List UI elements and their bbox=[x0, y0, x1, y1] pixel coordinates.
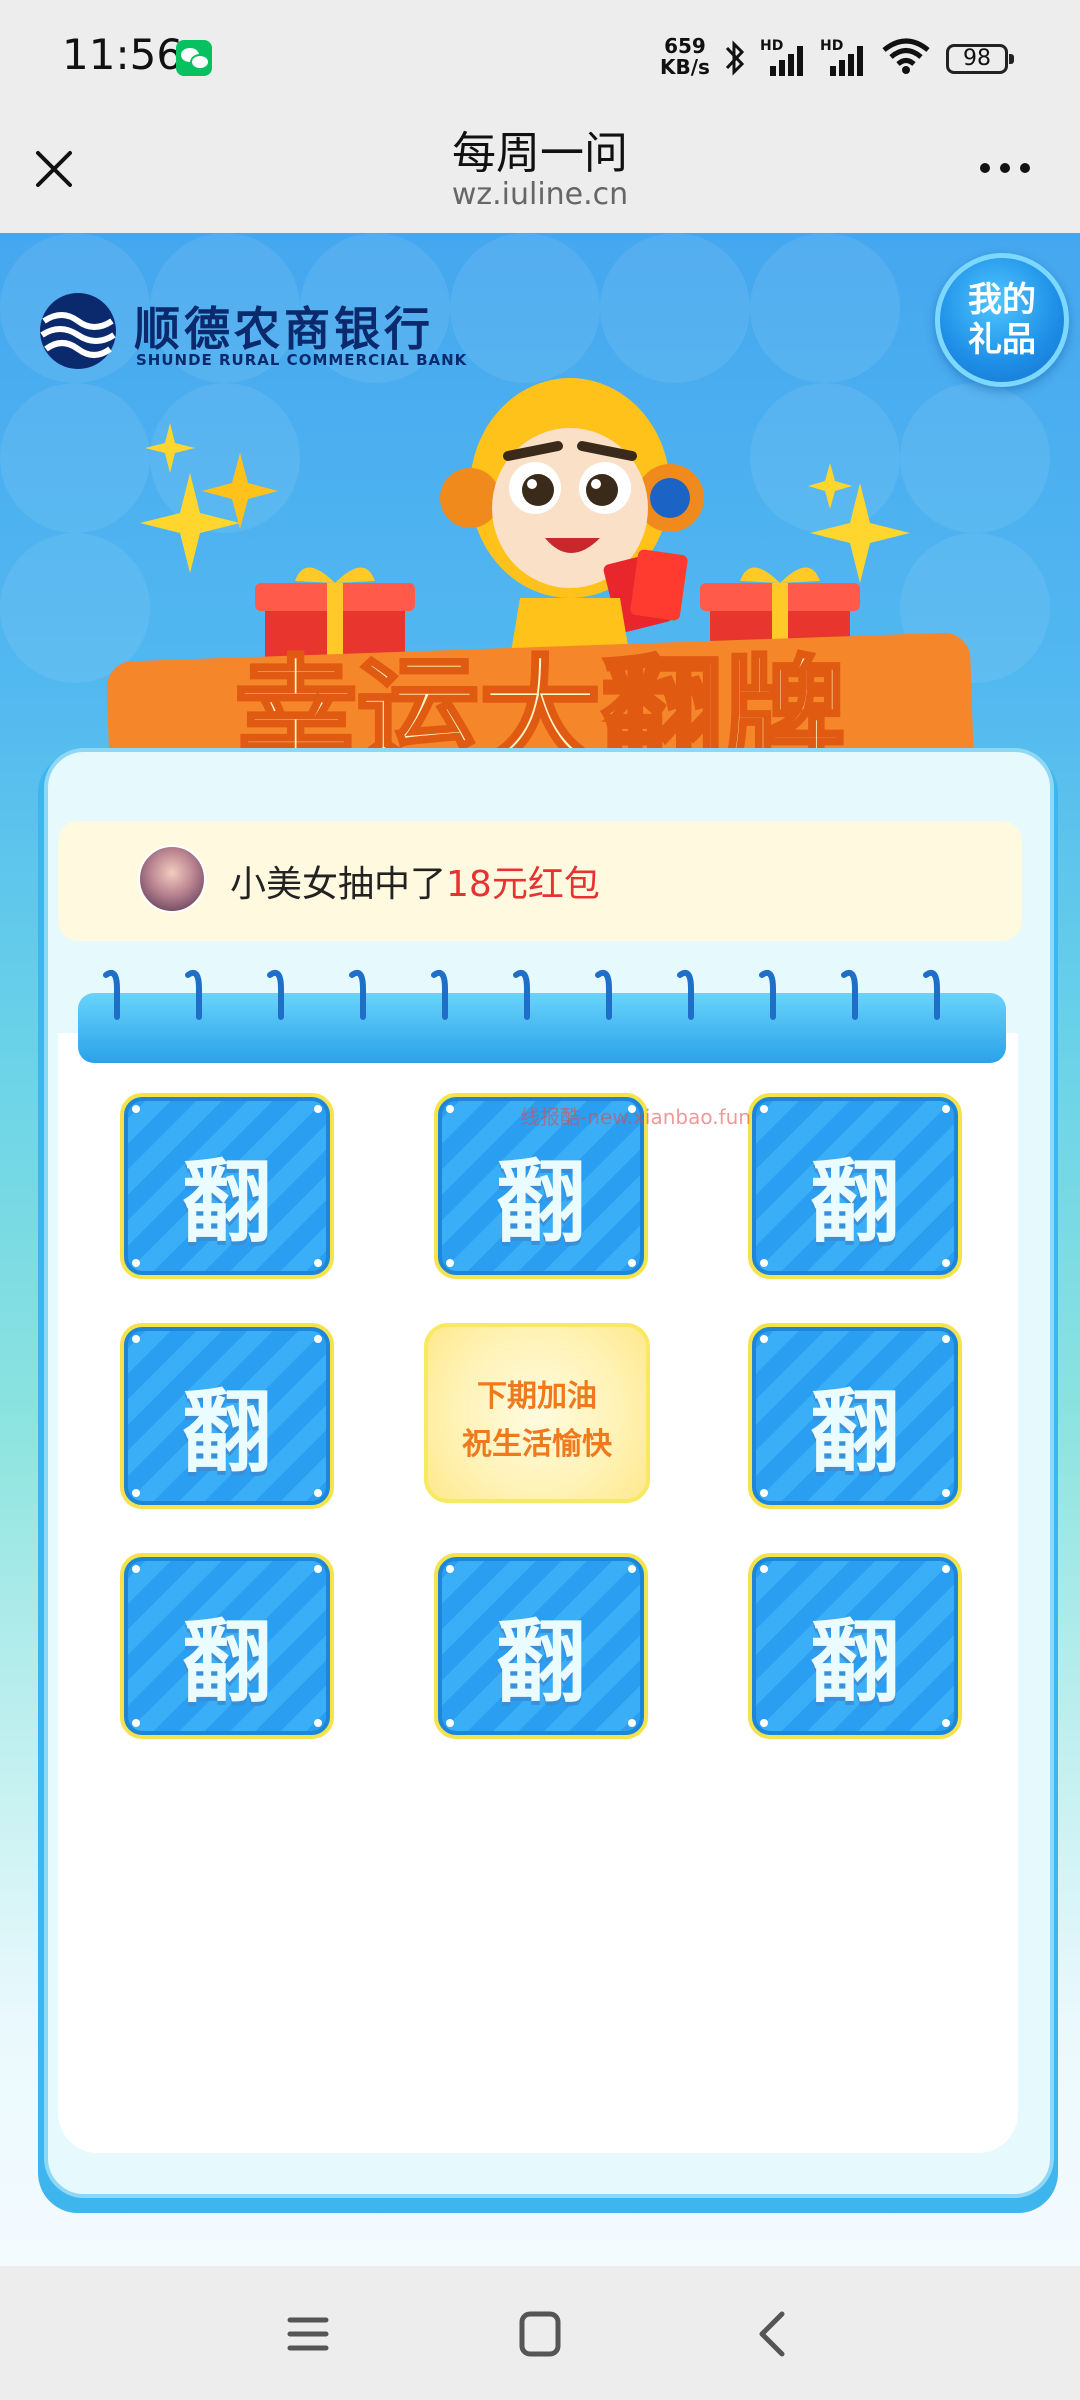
flip-card-label: 翻 bbox=[810, 1380, 900, 1485]
bank-name: 顺德农商银行 bbox=[134, 302, 434, 356]
ring-icon bbox=[185, 969, 202, 1020]
flip-card-label: 翻 bbox=[182, 1380, 272, 1485]
flip-card-label: 翻 bbox=[810, 1150, 900, 1255]
flip-card-label: 翻 bbox=[182, 1150, 272, 1255]
flip-card-5-result: 下期加油 祝生活愉快 bbox=[424, 1323, 650, 1503]
ring-icon bbox=[677, 969, 694, 1020]
flip-card-label: 翻 bbox=[182, 1610, 272, 1715]
flip-card-label: 翻 bbox=[810, 1610, 900, 1715]
flip-card-6[interactable]: 翻 bbox=[748, 1323, 962, 1509]
flip-card-9[interactable]: 翻 bbox=[748, 1553, 962, 1739]
more-icon[interactable] bbox=[980, 159, 1032, 179]
my-gifts-button[interactable]: 我的 礼品 bbox=[935, 253, 1069, 387]
result-line-1: 下期加油 bbox=[477, 1379, 597, 1414]
result-line-2: 祝生活愉快 bbox=[462, 1427, 612, 1462]
ring-icon bbox=[759, 969, 776, 1020]
winner-user-text: 小美女抽中了 bbox=[230, 864, 447, 905]
flip-card-label: 翻 bbox=[496, 1610, 586, 1715]
status-bar: 11:56 659 KB/s HD HD 98 bbox=[0, 0, 1080, 105]
winner-prize: 18元红包 bbox=[446, 864, 600, 905]
winner-text: 小美女抽中了18元红包 bbox=[230, 855, 600, 907]
flip-card-4[interactable]: 翻 bbox=[120, 1323, 334, 1509]
nav-bar: 每周一问 wz.iuline.cn bbox=[0, 105, 1080, 233]
signal-hd-label-2: HD bbox=[820, 38, 844, 54]
page-url: wz.iuline.cn bbox=[451, 177, 629, 212]
watermark: 线报酷-new.xianbao.fun bbox=[520, 1105, 751, 1129]
lottery-page: 顺德农商银行 SHUNDE RURAL COMMERCIAL BANK 我的 礼… bbox=[0, 233, 1080, 2266]
my-gifts-line1: 我的 bbox=[968, 280, 1036, 320]
net-speed-value: 659 bbox=[664, 34, 706, 58]
ring-icon bbox=[595, 969, 612, 1020]
system-nav-bar bbox=[0, 2266, 1080, 2400]
status-time: 11:56 bbox=[62, 30, 184, 79]
ring-icon bbox=[103, 969, 120, 1020]
sparkle-icon bbox=[140, 423, 278, 573]
flip-card-label: 翻 bbox=[496, 1150, 586, 1255]
winner-banner: 小美女抽中了18元红包 bbox=[58, 821, 1022, 941]
back-icon[interactable] bbox=[742, 2306, 802, 2362]
wechat-icon bbox=[176, 40, 212, 76]
wifi-icon bbox=[882, 38, 930, 74]
bg-bubble bbox=[750, 233, 900, 383]
flip-card-1[interactable]: 翻 bbox=[120, 1093, 334, 1279]
menu-icon[interactable] bbox=[278, 2306, 338, 2362]
ring-icon bbox=[513, 969, 530, 1020]
home-icon[interactable] bbox=[510, 2306, 570, 2362]
flip-card-8[interactable]: 翻 bbox=[434, 1553, 648, 1739]
net-speed-unit: KB/s bbox=[660, 55, 710, 79]
mascot-icon bbox=[440, 378, 704, 658]
battery-icon: 98 bbox=[946, 44, 1014, 74]
bg-bubble bbox=[0, 383, 150, 533]
flip-card-3[interactable]: 翻 bbox=[748, 1093, 962, 1279]
signal-icon: HD bbox=[760, 38, 808, 76]
ring-icon bbox=[431, 969, 448, 1020]
bank-name-en: SHUNDE RURAL COMMERCIAL BANK bbox=[136, 351, 468, 369]
net-speed: 659 KB/s bbox=[660, 36, 710, 78]
my-gifts-line2: 礼品 bbox=[968, 320, 1036, 360]
flip-card-7[interactable]: 翻 bbox=[120, 1553, 334, 1739]
ring-icon bbox=[841, 969, 858, 1020]
avatar bbox=[138, 845, 206, 913]
page-title: 每周一问 bbox=[452, 128, 628, 179]
ring-icon bbox=[267, 969, 284, 1020]
bank-logo-icon bbox=[40, 293, 116, 369]
signal-hd-label: HD bbox=[760, 38, 784, 54]
ring-icon bbox=[923, 969, 940, 1020]
ring-icon bbox=[349, 969, 366, 1020]
signal-icon-2: HD bbox=[820, 38, 868, 76]
bluetooth-icon bbox=[725, 40, 745, 76]
